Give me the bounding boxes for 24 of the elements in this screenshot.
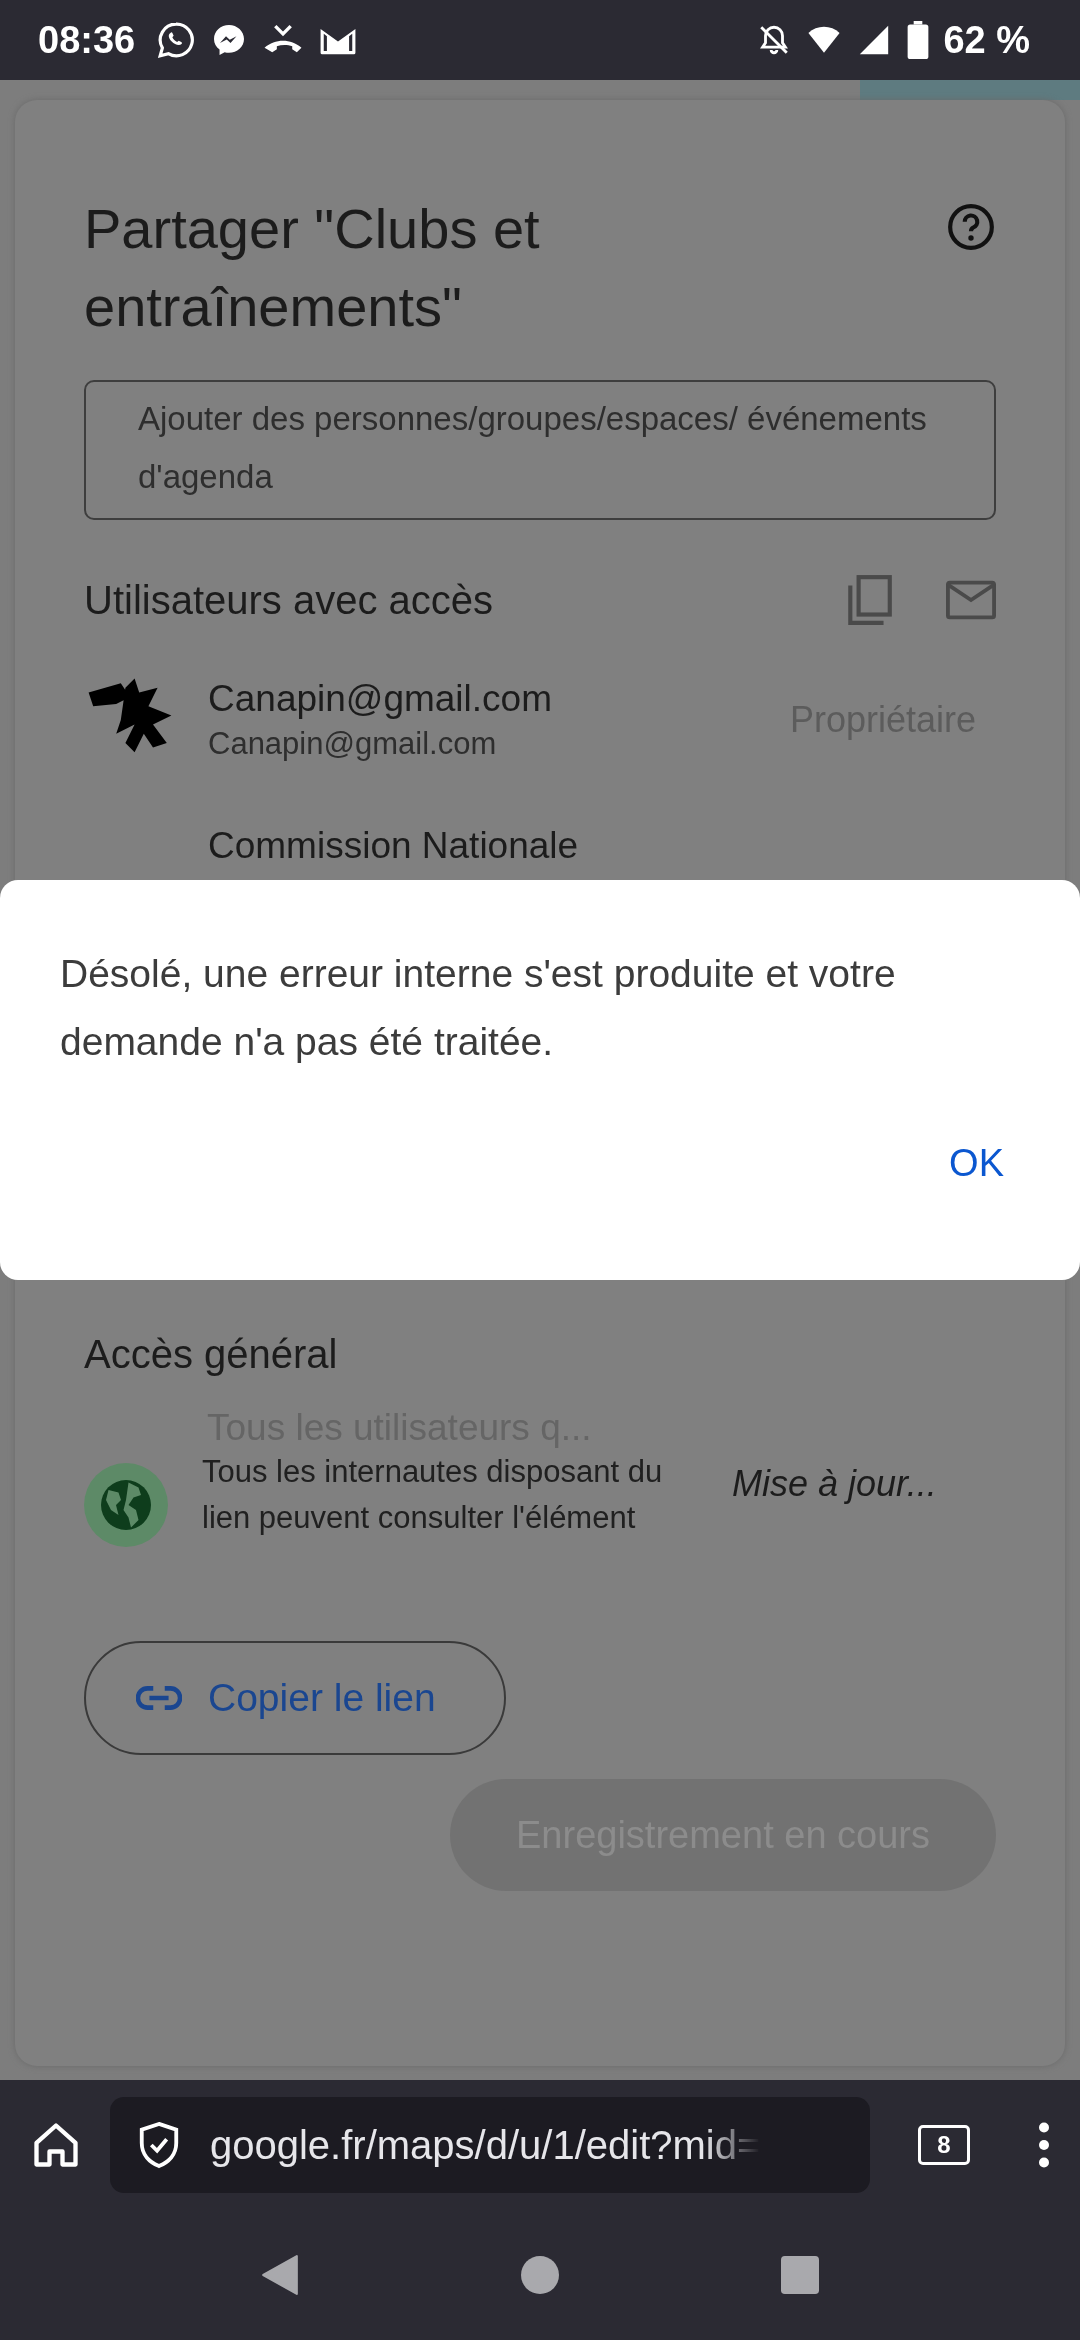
- home-icon[interactable]: [521, 2256, 559, 2294]
- dialog-title: Partager "Clubs et entraînements": [84, 196, 541, 340]
- copy-link-button[interactable]: Copier le lien: [84, 1641, 506, 1755]
- add-people-field[interactable]: Ajouter des personnes/groupes/espaces/ événements d'agenda: [84, 380, 996, 520]
- url-text: google.fr/maps/d/u/1/edit?mid=: [210, 2122, 761, 2168]
- battery-icon: [907, 21, 930, 59]
- back-icon[interactable]: [261, 2254, 299, 2296]
- section-heading: Utilisateurs avec accès: [84, 577, 495, 623]
- user-name: Commission Nationale: [208, 825, 580, 867]
- help-icon[interactable]: [946, 202, 996, 252]
- error-message: Désolé, une erreur interne s'est produite et votre demande n'a pas été traitée.: [60, 951, 897, 1065]
- clock-time: 08:36: [38, 18, 136, 62]
- ok-button[interactable]: OK: [931, 1134, 1022, 1193]
- battery-percent: 62 %: [943, 18, 1030, 62]
- access-role[interactable]: Mise à jour...: [732, 1463, 937, 1505]
- access-description: Tous les internautes disposant du lien peuvent consulter l'élément: [202, 1453, 664, 1537]
- user-name: Canapin@gmail.com: [208, 678, 553, 720]
- section-heading: Accès général: [84, 1332, 339, 1377]
- tab-count[interactable]: 8: [918, 2125, 970, 2165]
- link-icon: [136, 1685, 182, 1711]
- whatsapp-icon: [157, 21, 196, 59]
- user-email: Canapin@gmail.com: [208, 726, 498, 762]
- address-bar[interactable]: google.fr/maps/d/u/1/edit?mid=: [110, 2097, 870, 2193]
- more-menu-icon[interactable]: [1038, 2120, 1050, 2170]
